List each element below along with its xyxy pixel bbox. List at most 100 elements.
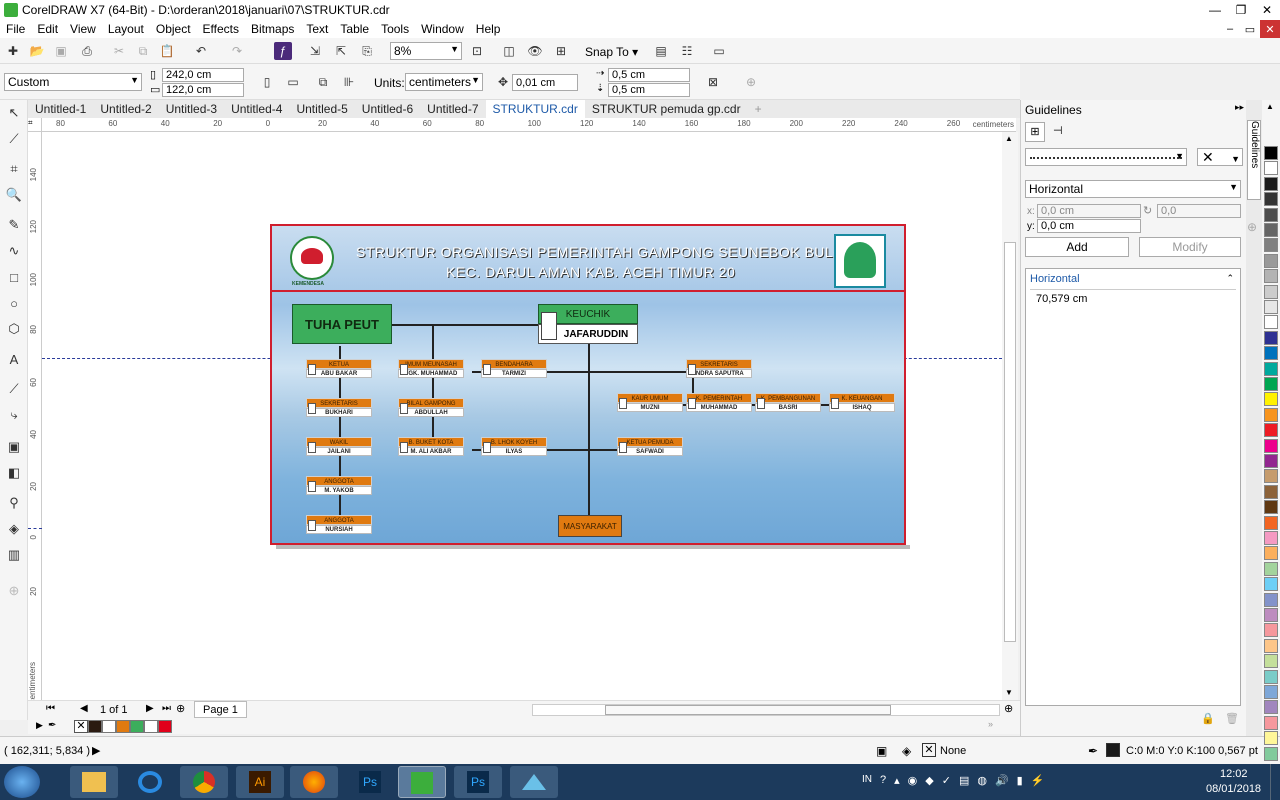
palette-color-swatch[interactable] [1264, 407, 1278, 422]
palette-color-swatch[interactable] [1264, 685, 1278, 699]
corel-connect-icon[interactable]: ƒ [274, 42, 292, 60]
doc-minimize-button[interactable]: – [1220, 20, 1240, 38]
palette-color-swatch[interactable] [1264, 330, 1278, 345]
status-play-icon[interactable]: ▶ [92, 744, 100, 757]
document-color-swatch[interactable] [116, 720, 130, 733]
ruler-origin[interactable]: ⌗ [28, 118, 42, 132]
org-position-box[interactable]: ANGGOTA NURSIAH [306, 515, 372, 534]
org-position-box[interactable]: KETUA ABU BAKAR [306, 359, 372, 378]
first-page-icon[interactable]: ⏮ [46, 703, 55, 714]
battery-tray-icon[interactable]: ▮ [1017, 774, 1023, 787]
menu-table[interactable]: Table [334, 22, 375, 36]
help-tray-icon[interactable]: ? [880, 774, 886, 787]
collapse-group-icon[interactable]: ⌃ [1226, 273, 1234, 284]
pick-tool-icon[interactable]: ↖ [5, 104, 23, 122]
org-position-box[interactable]: BILAL GAMPONG ABDULLAH [398, 398, 464, 417]
document-tab[interactable]: Untitled-7 [420, 100, 485, 118]
clock-date[interactable]: 08/01/2018 [1206, 783, 1261, 795]
cut-icon[interactable]: ✂ [110, 42, 128, 60]
palette-color-swatch[interactable] [1264, 500, 1278, 515]
show-desktop-button[interactable] [1270, 764, 1280, 800]
palette-color-swatch[interactable] [1264, 346, 1278, 361]
document-tab[interactable]: Untitled-2 [93, 100, 158, 118]
scroll-down-icon[interactable]: ▼ [1005, 688, 1013, 697]
vertical-scroll-thumb[interactable] [1004, 242, 1016, 642]
guideline-x-input[interactable]: 0,0 cm [1037, 204, 1141, 218]
palette-color-swatch[interactable] [1264, 546, 1278, 561]
page-width-input[interactable]: 242,0 cm [162, 68, 244, 82]
add-toolbar-icon[interactable]: ⊕ [742, 73, 760, 91]
palette-color-swatch[interactable] [1264, 700, 1278, 715]
org-position-box[interactable]: B. BUKET KOTA M. ALI AKBAR [398, 437, 464, 456]
restore-button[interactable]: ❐ [1228, 0, 1254, 20]
eyedropper-icon[interactable]: ⚲ [5, 494, 23, 512]
units-combo[interactable]: centimeters ▼ [405, 73, 483, 91]
palette-scroll-icon[interactable]: » [988, 719, 993, 729]
org-position-box[interactable]: ANGGOTA M. YAKOB [306, 476, 372, 495]
guideline-lock-icon[interactable]: ⊣ [1053, 124, 1063, 137]
add-guideline-button[interactable]: Add [1025, 237, 1129, 257]
palette-color-swatch[interactable] [1264, 284, 1278, 299]
palette-color-swatch[interactable] [1264, 146, 1278, 160]
menu-edit[interactable]: Edit [31, 22, 64, 36]
start-button[interactable] [4, 766, 40, 798]
tuha-peut-box[interactable]: TUHA PEUT [292, 304, 392, 344]
snap-to-dropdown[interactable]: Snap To ▾ [585, 45, 638, 59]
page-height-input[interactable]: 122,0 cm [162, 83, 244, 97]
scroll-up-icon[interactable]: ▲ [1005, 134, 1013, 143]
menu-object[interactable]: Object [150, 22, 197, 36]
tray-expand-icon[interactable]: ▴ [894, 774, 900, 787]
menu-file[interactable]: File [0, 22, 31, 36]
print-icon[interactable]: ⎙ [78, 42, 96, 60]
palette-color-swatch[interactable] [1264, 731, 1278, 746]
palette-color-swatch[interactable] [1264, 161, 1278, 176]
guideline-list[interactable]: Horizontal ⌃ 70,579 cm [1025, 268, 1241, 706]
org-position-box[interactable]: KETUA PEMUDA SAFWADI [617, 437, 683, 456]
palette-color-swatch[interactable] [1264, 746, 1278, 761]
document-tab[interactable]: STRUKTUR pemuda gp.cdr [585, 100, 748, 118]
application-launcher-icon[interactable]: ☷ [678, 42, 696, 60]
zoom-to-page-icon[interactable]: ⊡ [468, 42, 486, 60]
palette-color-swatch[interactable] [1264, 207, 1278, 222]
transparency-icon[interactable]: ◧ [5, 464, 23, 482]
document-tab[interactable]: Untitled-6 [355, 100, 420, 118]
document-tab[interactable]: Untitled-3 [159, 100, 224, 118]
palette-color-swatch[interactable] [1264, 377, 1278, 391]
delete-guideline-icon[interactable]: 🗑 [1225, 712, 1239, 725]
device-tray-icon[interactable]: ▤ [959, 774, 969, 787]
rotation-icon[interactable]: ↻ [1143, 204, 1152, 217]
eyedropper-palette-icon[interactable]: ✒ [48, 720, 56, 731]
vertical-scrollbar[interactable]: ▲ ▼ [1002, 132, 1018, 700]
ie-taskbar-icon[interactable] [126, 766, 174, 798]
palette-color-swatch[interactable] [1264, 300, 1278, 314]
palette-color-swatch[interactable] [1264, 669, 1278, 684]
publish-pdf-icon[interactable]: ⎘ [358, 42, 376, 60]
treat-as-filled-icon[interactable]: ⊠ [704, 73, 722, 91]
coreldraw-taskbar-icon[interactable] [398, 766, 446, 798]
close-button[interactable]: ✕ [1254, 0, 1280, 20]
org-position-box[interactable]: WAKIL JAILANI [306, 437, 372, 456]
polygon-tool-icon[interactable]: ⬡ [5, 320, 23, 338]
import-icon[interactable]: ⇲ [306, 42, 324, 60]
palette-color-swatch[interactable] [1264, 438, 1278, 453]
freehand-tool-icon[interactable]: ✎ [5, 216, 23, 234]
palette-color-swatch[interactable] [1264, 608, 1278, 622]
parallel-dimension-icon[interactable]: ⟋ [5, 380, 23, 398]
security-tray-icon[interactable]: ◆ [925, 774, 933, 787]
menu-tools[interactable]: Tools [375, 22, 415, 36]
text-tool-icon[interactable]: A [5, 350, 23, 368]
palette-color-swatch[interactable] [1264, 423, 1278, 438]
modify-guideline-button[interactable]: Modify [1139, 237, 1241, 257]
open-folder-icon[interactable]: 📂 [28, 42, 46, 60]
org-position-box[interactable]: K. PEMBANGUNAN BASRI [755, 393, 821, 412]
palette-color-swatch[interactable] [1264, 238, 1278, 253]
paste-icon[interactable]: 📋 [158, 42, 176, 60]
full-screen-preview-icon[interactable]: ◫ [500, 42, 518, 60]
palette-color-swatch[interactable] [1264, 253, 1278, 268]
org-position-box[interactable]: SEKRETARIS BUKHARI [306, 398, 372, 417]
menu-layout[interactable]: Layout [102, 22, 150, 36]
palette-color-swatch[interactable] [1264, 223, 1278, 237]
document-color-swatch[interactable] [144, 720, 158, 733]
org-position-box[interactable]: B. LHOK KOYEH ILYAS [481, 437, 547, 456]
minimize-button[interactable]: — [1202, 0, 1228, 20]
